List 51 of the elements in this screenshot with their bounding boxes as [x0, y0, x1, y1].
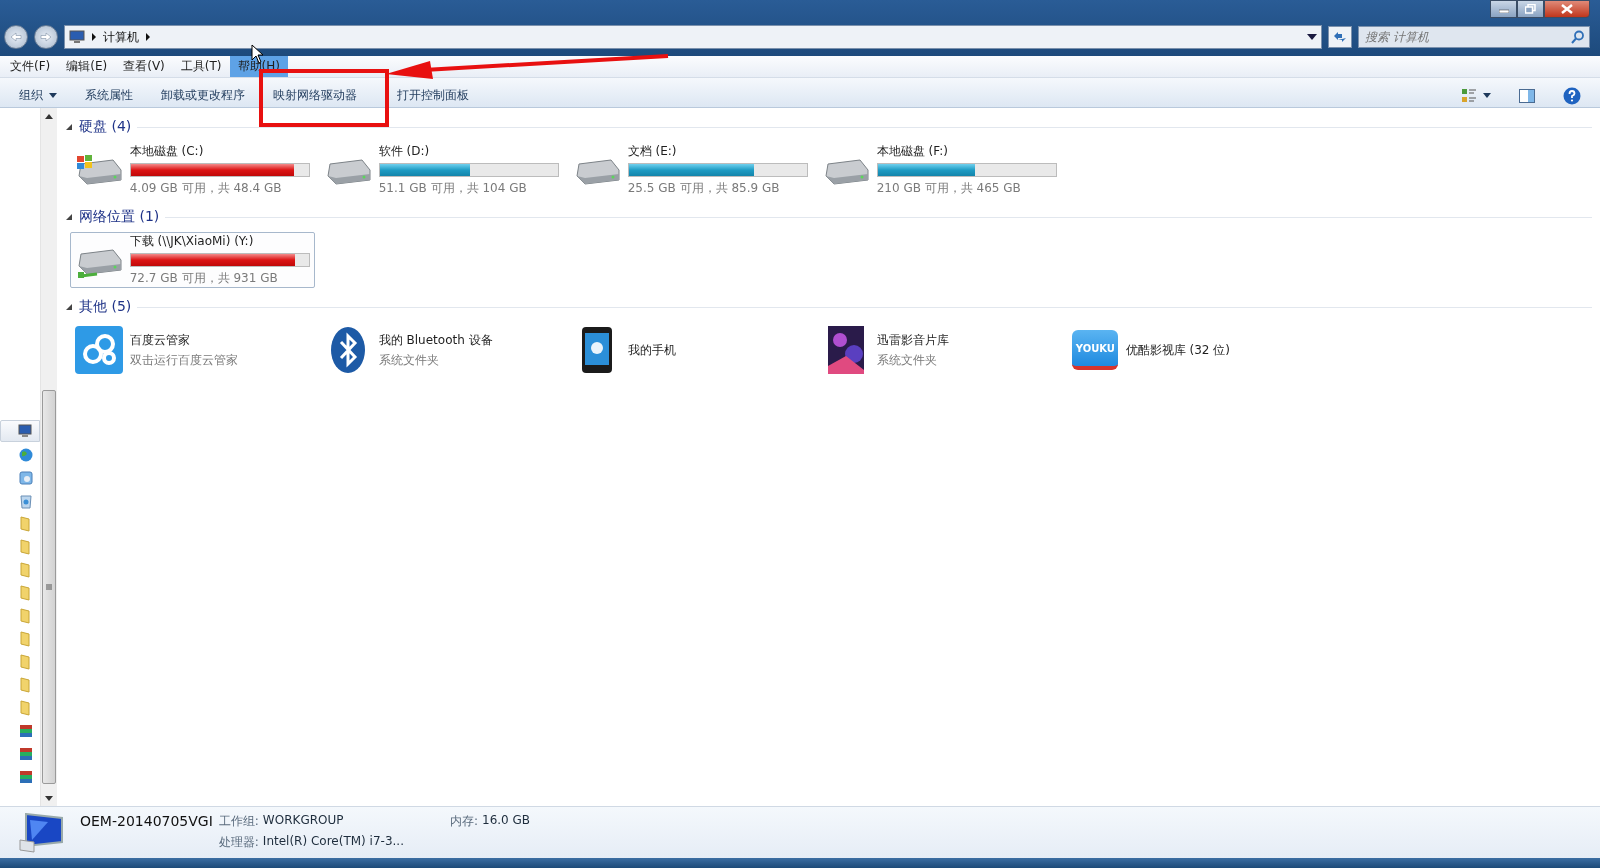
- item-name: 本地磁盘 (C:): [129, 143, 205, 160]
- group-header[interactable]: 其他 (5): [79, 298, 132, 316]
- toolbar-button[interactable]: 系统属性: [72, 85, 146, 106]
- drive-tile[interactable]: 下载 (\\JK\XiaoMi) (Y:) 72.7 GB 可用，共 931 GB: [70, 232, 315, 288]
- status-value: WORKGROUP: [262, 813, 344, 829]
- toolbar-button[interactable]: 映射网络驱动器: [260, 85, 370, 106]
- item-tile[interactable]: 迅雷影音片库 系统文件夹: [817, 322, 1062, 378]
- item-detail: 4.09 GB 可用，共 48.4 GB: [129, 180, 283, 197]
- menu-item[interactable]: 编辑(E): [58, 56, 116, 77]
- item-detail: 72.7 GB 可用，共 931 GB: [129, 270, 279, 287]
- item-name: 百度云管家: [129, 331, 191, 349]
- item-detail: 210 GB 可用，共 465 GB: [876, 180, 1022, 197]
- item-name: 本地磁盘 (F:): [876, 143, 949, 160]
- address-bar[interactable]: 计算机: [64, 25, 1322, 49]
- item-tile[interactable]: 我的 Bluetooth 设备 系统文件夹: [319, 322, 564, 378]
- drive-tile[interactable]: 本地磁盘 (C:) 4.09 GB 可用，共 48.4 GB: [70, 142, 315, 198]
- item-detail: 双击运行百度云管家: [129, 351, 239, 369]
- item-name: 下载 (\\JK\XiaoMi) (Y:): [129, 233, 255, 250]
- drive-tile[interactable]: 本地磁盘 (F:) 210 GB 可用，共 465 GB: [817, 142, 1062, 198]
- video-folder-icon: YOUKU: [1072, 330, 1119, 370]
- item-tile[interactable]: YOUKU 优酷影视库 (32 位): [1066, 322, 1311, 378]
- toolbar-button[interactable]: 打开控制面板: [384, 85, 482, 106]
- computer-name: OEM-20140705VGI: [80, 813, 213, 830]
- status-label: 处理器:: [218, 834, 259, 851]
- status-value: 16.0 GB: [482, 813, 531, 829]
- item-name: 我的 Bluetooth 设备: [378, 331, 494, 349]
- status-label: 工作组:: [218, 813, 259, 830]
- toolbar-button[interactable]: 组织: [6, 85, 70, 106]
- status-value: Intel(R) Core(TM) i7-3...: [262, 834, 404, 850]
- drive-tile[interactable]: 文档 (E:) 25.5 GB 可用，共 85.9 GB: [568, 142, 813, 198]
- group-header[interactable]: 硬盘 (4): [79, 118, 132, 136]
- item-name: 优酷影视库 (32 位): [1125, 341, 1231, 359]
- item-detail: 系统文件夹: [378, 351, 440, 369]
- item-detail: 51.1 GB 可用，共 104 GB: [378, 180, 528, 197]
- item-name: 我的手机: [627, 341, 677, 359]
- breadcrumb[interactable]: 计算机: [103, 28, 139, 46]
- search-field[interactable]: 搜索 计算机: [1358, 26, 1590, 48]
- item-name: 文档 (E:): [627, 143, 678, 160]
- group-header[interactable]: 网络位置 (1): [79, 208, 160, 226]
- menu-item[interactable]: 文件(F): [2, 56, 59, 77]
- item-name: 迅雷影音片库: [876, 331, 950, 349]
- drive-tile[interactable]: 软件 (D:) 51.1 GB 可用，共 104 GB: [319, 142, 564, 198]
- menu-item[interactable]: 工具(T): [172, 56, 230, 77]
- item-detail: 25.5 GB 可用，共 85.9 GB: [627, 180, 781, 197]
- toolbar-button[interactable]: 卸载或更改程序: [148, 85, 258, 106]
- item-detail: 系统文件夹: [876, 351, 938, 369]
- menu-item[interactable]: 查看(V): [115, 56, 173, 77]
- item-name: 软件 (D:): [378, 143, 431, 160]
- status-label: 内存:: [449, 813, 478, 830]
- item-tile[interactable]: 百度云管家 双击运行百度云管家: [70, 322, 315, 378]
- item-tile[interactable]: 我的手机: [568, 322, 813, 378]
